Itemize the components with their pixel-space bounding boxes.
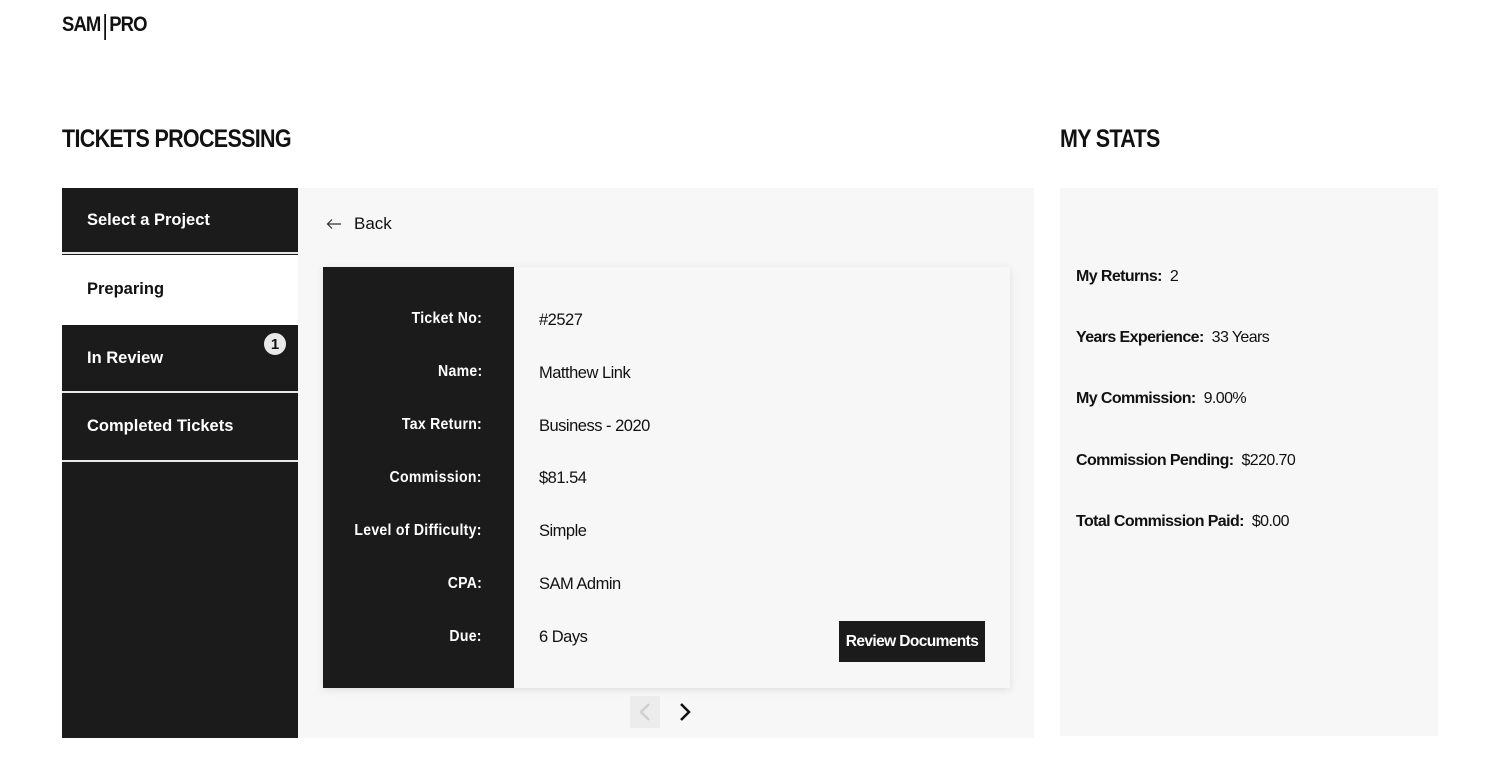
name-label: Name: [437,363,482,380]
commission-label: Commission: [389,469,482,486]
ticket-detail-panel: Back Ticket No: Name: Tax Return: Commis… [298,188,1034,738]
stat-commission-pending: Commission Pending: $220.70 [1076,452,1296,470]
stat-value: 9.00% [1203,390,1247,407]
stat-value: 33 Years [1211,329,1270,346]
sidebar-item-label: Preparing [87,279,165,298]
chevron-left-icon [639,703,650,721]
commission-value: $81.54 [539,469,587,487]
cpa-value: SAM Admin [539,575,621,593]
my-stats-panel: My Returns: 2 Years Experience: 33 Years M… [1060,188,1438,736]
in-review-count-badge: 1 [262,331,288,357]
sidebar-item-preparing[interactable]: Preparing [62,255,298,325]
logo-divider [103,14,106,40]
due-label: Due: [449,628,482,645]
sidebar-item-select-project[interactable]: Select a Project [62,188,298,254]
difficulty-value: Simple [539,522,587,540]
chevron-right-icon [680,703,691,721]
stat-value: $0.00 [1251,513,1290,530]
stat-years-experience: Years Experience: 33 Years [1076,329,1270,347]
next-ticket-button[interactable] [670,696,700,728]
name-value: Matthew Link [539,364,631,382]
difficulty-label: Level of Difficulty: [354,522,482,539]
arrow-left-icon [326,219,341,229]
stat-my-returns: My Returns: 2 [1076,268,1179,286]
ticket-no-value: #2527 [539,311,583,329]
cpa-label: CPA: [447,575,482,592]
ticket-pager [630,696,700,728]
ticket-status-sidebar: Select a Project Preparing In Review 1 C… [62,188,298,738]
stat-value: $220.70 [1241,452,1296,469]
logo[interactable]: SAM PRO [62,12,148,40]
tickets-processing-title: TICKETS PROCESSING [62,125,292,153]
stat-label: Total Commission Paid: [1076,513,1244,530]
tax-return-value: Business - 2020 [539,417,650,435]
logo-left: SAM [62,13,101,36]
stat-label: My Commission: [1076,390,1196,407]
ticket-no-label: Ticket No: [411,310,482,327]
stat-label: Commission Pending: [1076,452,1234,469]
sidebar-item-label: Completed Tickets [87,417,234,435]
back-link[interactable]: Back [326,214,392,234]
stat-label: Years Experience: [1076,329,1204,346]
due-value: 6 Days [539,628,588,646]
sidebar-item-completed-tickets[interactable]: Completed Tickets [62,393,298,462]
logo-right: PRO [109,13,147,36]
ticket-labels-column: Ticket No: Name: Tax Return: Commission:… [323,267,514,688]
review-documents-button[interactable]: Review Documents [839,621,985,662]
sidebar-item-label: Select a Project [87,210,210,229]
ticket-card: Ticket No: Name: Tax Return: Commission:… [323,267,1010,688]
my-stats-title: MY STATS [1060,125,1160,153]
stat-value: 2 [1169,268,1179,285]
stat-my-commission: My Commission: 9.00% [1076,390,1247,408]
sidebar-item-in-review[interactable]: In Review 1 [62,325,298,393]
stat-label: My Returns: [1076,268,1162,285]
back-label: Back [354,214,392,233]
stat-total-commission-paid: Total Commission Paid: $0.00 [1076,513,1290,531]
sidebar-item-label: In Review [87,348,164,367]
previous-ticket-button[interactable] [630,696,660,728]
tax-return-label: Tax Return: [401,416,482,433]
